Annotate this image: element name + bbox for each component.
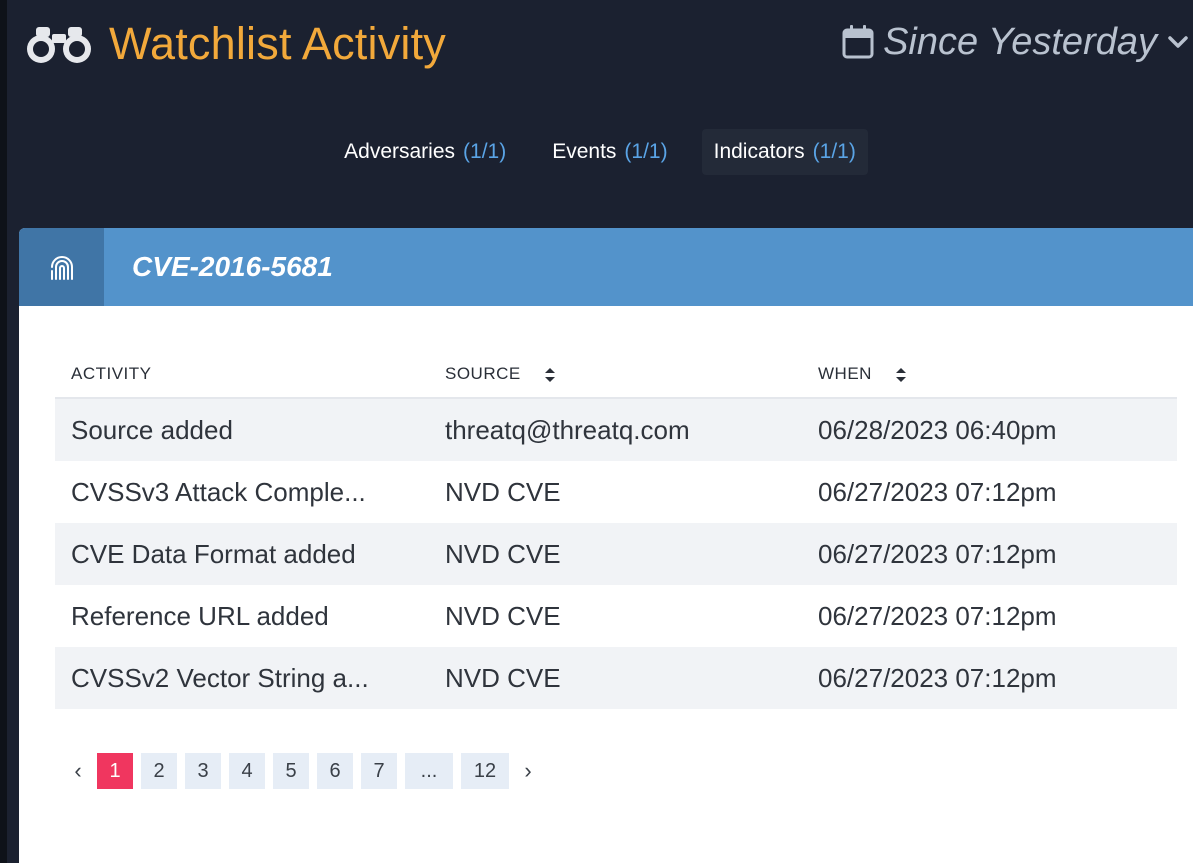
tab-label: Events — [552, 140, 617, 163]
when-cell: 06/27/2023 07:12pm — [818, 476, 1057, 507]
source-cell: NVD CVE — [429, 523, 802, 585]
indicator-panel: CVE-2016-5681 ACTIVITY SOURCE WHEN Sourc… — [19, 228, 1193, 863]
sort-icon[interactable] — [544, 367, 556, 382]
tab-label: Indicators — [713, 140, 805, 163]
table-row[interactable]: Reference URL added NVD CVE 06/27/2023 0… — [55, 585, 1177, 647]
page-button-5[interactable]: 5 — [273, 753, 309, 789]
next-page-button[interactable]: › — [517, 753, 539, 789]
column-header-when[interactable]: WHEN — [802, 351, 1177, 399]
tab-count: (1/1) — [463, 140, 507, 163]
sort-icon[interactable] — [895, 367, 907, 382]
when-cell: 06/27/2023 07:12pm — [818, 600, 1057, 631]
when-cell: 06/28/2023 06:40pm — [802, 398, 1177, 461]
widget-header: Watchlist Activity Since Yesterday — [7, 0, 1193, 90]
page-button-12[interactable]: 12 — [461, 753, 509, 789]
pagination: ‹ 1 2 3 4 5 6 7 ... 12 › — [67, 753, 539, 789]
source-cell: threatq@threatq.com — [429, 398, 802, 461]
activity-cell: CVSSv3 Attack Comple... — [71, 476, 366, 507]
table-row[interactable]: CVSSv3 Attack Comple... NVD CVE 06/27/20… — [55, 461, 1177, 523]
panel-title[interactable]: CVE-2016-5681 — [132, 228, 333, 306]
title-group: Watchlist Activity — [23, 14, 446, 74]
activity-cell: Source added — [55, 398, 429, 461]
page-ellipsis[interactable]: ... — [405, 753, 453, 789]
tab-events[interactable]: Events (1/1) — [540, 129, 679, 175]
page-button-4[interactable]: 4 — [229, 753, 265, 789]
fingerprint-icon — [50, 256, 73, 280]
table-header-row: ACTIVITY SOURCE WHEN — [55, 351, 1177, 399]
chevron-down-icon — [1168, 36, 1188, 48]
source-cell: NVD CVE — [445, 600, 561, 631]
source-cell: NVD CVE — [445, 476, 561, 507]
source-cell: NVD CVE — [429, 647, 802, 709]
binoculars-icon — [27, 27, 91, 63]
panel-icon-box — [19, 228, 104, 306]
when-cell: 06/27/2023 07:12pm — [802, 647, 1177, 709]
tab-adversaries[interactable]: Adversaries (1/1) — [332, 129, 518, 175]
prev-page-button[interactable]: ‹ — [67, 753, 89, 789]
page-button-7[interactable]: 7 — [361, 753, 397, 789]
activity-cell: Reference URL added — [71, 600, 329, 631]
activity-cell: CVE Data Format added — [55, 523, 429, 585]
activity-cell: CVSSv2 Vector String a... — [55, 647, 429, 709]
table-row[interactable]: CVE Data Format added NVD CVE 06/27/2023… — [55, 523, 1177, 585]
watchlist-tabs: Adversaries (1/1) Events (1/1) Indicator… — [7, 129, 1193, 175]
page-button-2[interactable]: 2 — [141, 753, 177, 789]
when-cell: 06/27/2023 07:12pm — [802, 523, 1177, 585]
tab-count: (1/1) — [624, 140, 668, 163]
panel-header: CVE-2016-5681 — [19, 228, 1193, 306]
tab-count: (1/1) — [812, 140, 856, 163]
activity-table: ACTIVITY SOURCE WHEN Source added threat… — [55, 351, 1177, 709]
tab-indicators[interactable]: Indicators (1/1) — [701, 129, 868, 175]
date-range-label: Since Yesterday — [883, 20, 1157, 63]
page-button-6[interactable]: 6 — [317, 753, 353, 789]
widget-title: Watchlist Activity — [109, 18, 446, 69]
watchlist-widget: Watchlist Activity Since Yesterday Adver… — [0, 0, 1193, 863]
column-header-activity: ACTIVITY — [55, 351, 429, 399]
page-button-3[interactable]: 3 — [185, 753, 221, 789]
date-range-dropdown[interactable]: Since Yesterday — [841, 16, 1189, 68]
tab-label: Adversaries — [344, 140, 456, 163]
table-row[interactable]: CVSSv2 Vector String a... NVD CVE 06/27/… — [55, 647, 1177, 709]
calendar-icon — [842, 25, 874, 59]
page-button-1[interactable]: 1 — [97, 753, 133, 789]
table-row[interactable]: Source added threatq@threatq.com 06/28/2… — [55, 398, 1177, 461]
column-header-source[interactable]: SOURCE — [429, 351, 802, 399]
